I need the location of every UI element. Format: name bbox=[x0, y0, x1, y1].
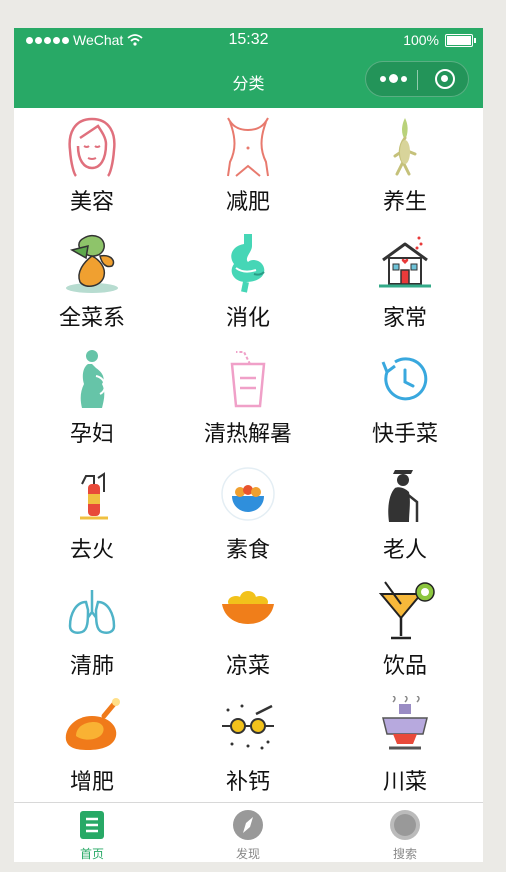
category-label: 补钙 bbox=[225, 769, 270, 794]
category-label: 家常 bbox=[382, 305, 427, 330]
fire-extinguisher-icon bbox=[80, 472, 108, 520]
category-item-all-cuisines[interactable]: 全菜系 bbox=[14, 224, 170, 340]
category-item-drinks[interactable]: 饮品 bbox=[327, 572, 483, 688]
category-label: 清热解暑 bbox=[203, 421, 292, 446]
category-label: 川菜 bbox=[382, 769, 427, 794]
battery-area: 100% bbox=[403, 32, 476, 48]
mini-program-capsule bbox=[365, 61, 469, 97]
category-item-quick-dishes[interactable]: 快手菜 bbox=[327, 340, 483, 456]
category-item-calcium[interactable]: 补钙 bbox=[170, 688, 326, 802]
battery-icon bbox=[445, 33, 476, 47]
category-label: 美容 bbox=[69, 189, 114, 214]
category-label: 养生 bbox=[382, 189, 427, 214]
category-item-home-cooking[interactable]: 家常 bbox=[327, 224, 483, 340]
lungs-icon bbox=[68, 590, 116, 634]
bone-icon bbox=[222, 704, 274, 750]
category-item-elderly[interactable]: 老人 bbox=[327, 456, 483, 572]
pregnant-woman-icon bbox=[80, 350, 106, 408]
more-dots-icon bbox=[380, 74, 407, 83]
category-item-sichuan[interactable]: 川菜 bbox=[327, 688, 483, 802]
waist-icon bbox=[227, 117, 269, 177]
tab-label: 发现 bbox=[235, 847, 260, 861]
category-label: 素食 bbox=[225, 537, 270, 562]
category-label: 减肥 bbox=[225, 189, 270, 214]
category-item-weight-gain[interactable]: 增肥 bbox=[14, 688, 170, 802]
category-label: 全菜系 bbox=[58, 305, 125, 330]
close-miniprogram-icon[interactable] bbox=[435, 69, 455, 89]
category-label: 孕妇 bbox=[69, 421, 114, 446]
woman-face-icon bbox=[68, 117, 116, 177]
nav-bar: 分类 bbox=[14, 54, 483, 108]
tab-discover[interactable]: 发现 bbox=[170, 803, 326, 862]
category-label: 饮品 bbox=[382, 653, 427, 678]
house-icon bbox=[379, 236, 431, 288]
category-label: 清肺 bbox=[69, 653, 114, 678]
status-bar: WeChat 15:32 100% bbox=[14, 28, 483, 54]
phone-screen: WeChat 15:32 100% 分类 美容 减肥 养生 全菜系 消化 家常 … bbox=[14, 28, 483, 862]
tab-bar: 首页 发现 搜索 bbox=[14, 802, 483, 862]
tab-search[interactable]: 搜索 bbox=[327, 803, 483, 862]
category-item-pregnant[interactable]: 孕妇 bbox=[14, 340, 170, 456]
category-label: 快手菜 bbox=[371, 421, 438, 446]
category-item-slimming[interactable]: 减肥 bbox=[170, 108, 326, 224]
category-item-vegetarian[interactable]: 素食 bbox=[170, 456, 326, 572]
salad-bowl-icon bbox=[221, 467, 275, 521]
more-menu-button[interactable] bbox=[380, 74, 407, 83]
elderly-person-icon bbox=[388, 470, 419, 522]
battery-percent: 100% bbox=[403, 32, 439, 48]
category-grid: 美容 减肥 养生 全菜系 消化 家常 孕妇 清热解暑 快手菜 去火 素食 老人 … bbox=[14, 108, 483, 802]
category-item-reduce-heat[interactable]: 去火 bbox=[14, 456, 170, 572]
category-item-lungs[interactable]: 清肺 bbox=[14, 572, 170, 688]
category-label: 增肥 bbox=[69, 769, 114, 794]
clock-icon bbox=[381, 357, 428, 401]
home-list-icon bbox=[80, 811, 104, 839]
tab-label: 搜索 bbox=[392, 847, 417, 861]
category-item-beauty[interactable]: 美容 bbox=[14, 108, 170, 224]
vegetables-icon bbox=[66, 234, 118, 293]
category-item-health[interactable]: 养生 bbox=[327, 108, 483, 224]
cocktail-icon bbox=[378, 581, 435, 640]
ginseng-icon bbox=[393, 118, 417, 176]
category-label: 消化 bbox=[225, 305, 270, 330]
drink-cup-icon bbox=[230, 351, 266, 408]
tab-home[interactable]: 首页 bbox=[14, 803, 170, 862]
category-label: 凉菜 bbox=[225, 653, 270, 678]
stomach-icon bbox=[231, 234, 265, 293]
search-circle-icon bbox=[390, 810, 420, 840]
category-label: 去火 bbox=[69, 537, 114, 562]
category-item-cooling[interactable]: 清热解暑 bbox=[170, 340, 326, 456]
compass-icon bbox=[233, 810, 263, 840]
hotpot-icon bbox=[382, 696, 428, 750]
tab-label: 首页 bbox=[79, 847, 104, 861]
category-item-digestion[interactable]: 消化 bbox=[170, 224, 326, 340]
capsule-divider bbox=[417, 70, 418, 90]
cold-dish-icon bbox=[222, 591, 274, 624]
category-item-cold-dishes[interactable]: 凉菜 bbox=[170, 572, 326, 688]
roast-chicken-icon bbox=[65, 698, 120, 750]
category-label: 老人 bbox=[382, 537, 427, 562]
